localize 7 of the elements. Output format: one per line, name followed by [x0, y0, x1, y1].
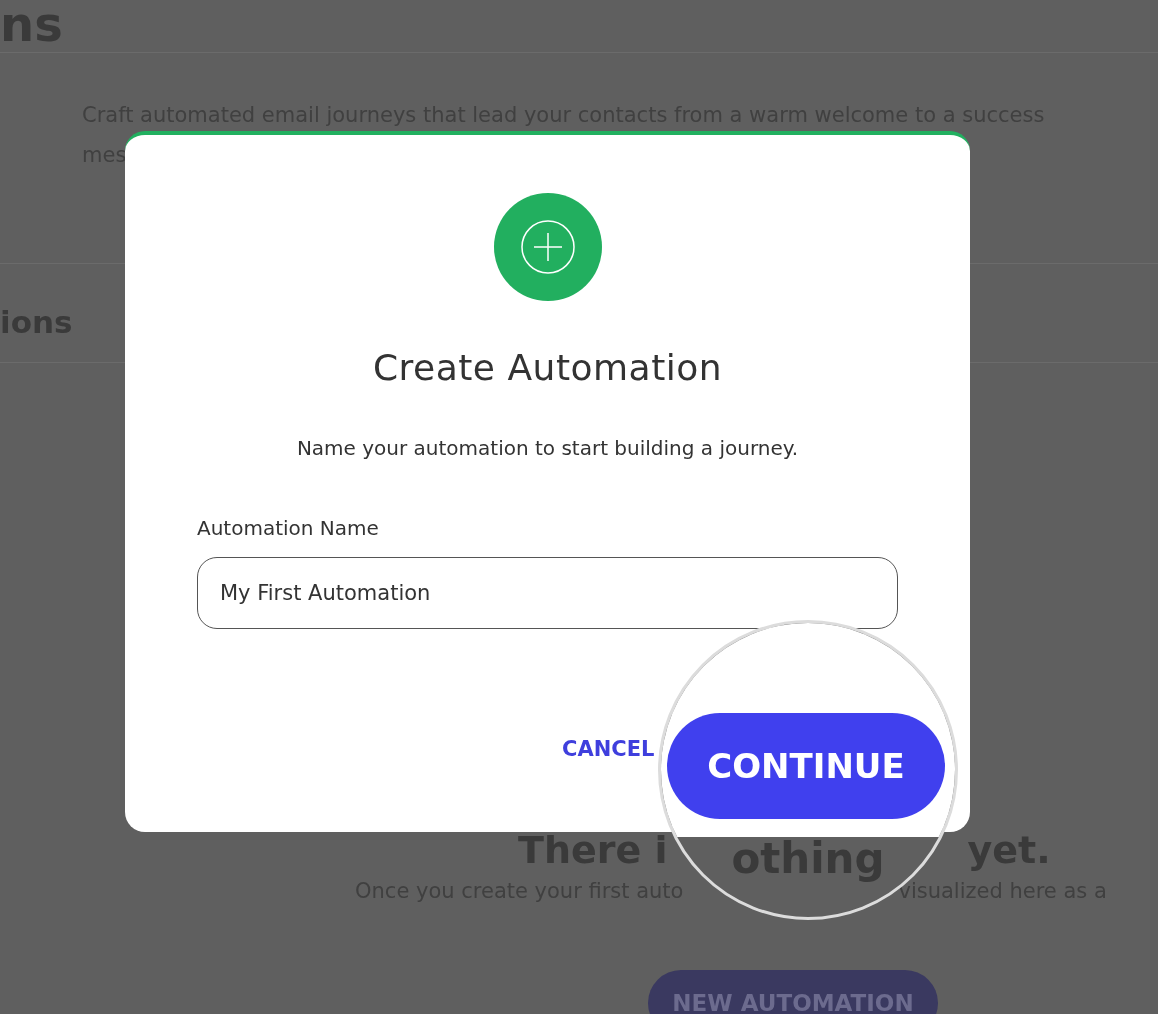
- field-label: Automation Name: [197, 515, 380, 541]
- dialog-subtitle: Name your automation to start building a journey.: [296, 435, 799, 461]
- name-input-field[interactable]: My First Automation: [197, 557, 898, 629]
- add-icon: [493, 193, 602, 301]
- cancel-button[interactable]: CANCEL: [562, 737, 655, 761]
- dialog-title: Create Automation: [372, 346, 723, 390]
- continue-button[interactable]: CONTINUE: [667, 713, 945, 819]
